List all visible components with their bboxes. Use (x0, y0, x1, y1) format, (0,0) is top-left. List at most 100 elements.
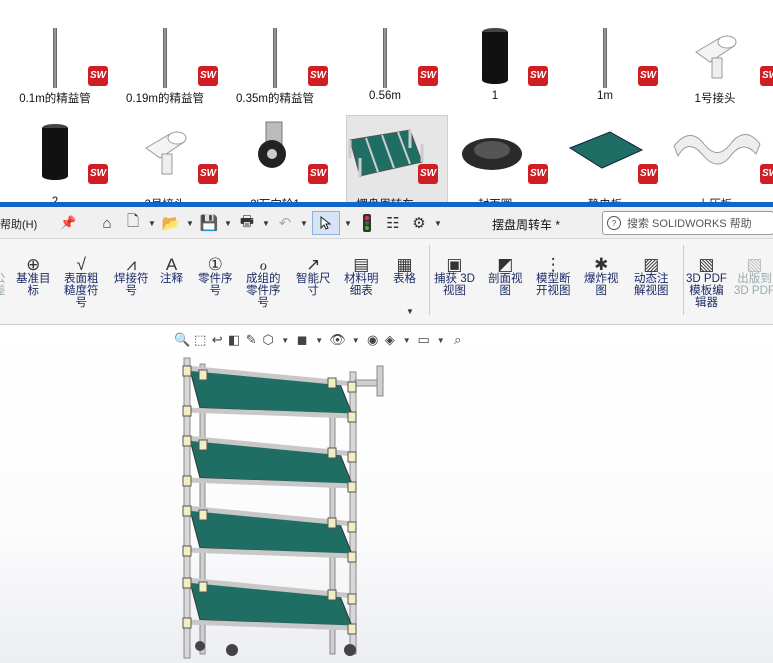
chevron-down-icon[interactable]: ▼ (278, 336, 292, 345)
ribbon-button-label: 剖面视 图 (488, 273, 523, 297)
solidworks-badge-icon: SW (760, 66, 773, 86)
annotation-view-icon: ▨ (643, 255, 660, 274)
ribbon-button[interactable]: ⋮ 模型断 开视图 (536, 249, 571, 297)
ribbon-button[interactable]: ✱ 爆炸视 图 (584, 249, 619, 297)
apply-scene-icon[interactable]: ◈ (383, 332, 397, 348)
cart-model[interactable] (170, 350, 400, 663)
library-item[interactable]: SW 0.19m的精益管 (110, 22, 220, 105)
chevron-down-icon[interactable]: ▼ (400, 336, 414, 345)
help-question-icon: ? (607, 216, 621, 230)
print-icon[interactable]: 🖶 (236, 212, 258, 234)
ribbon-button[interactable]: ⊕ 基准目 标 (16, 249, 51, 297)
gear-icon[interactable]: ⚙ (408, 212, 430, 234)
library-item[interactable]: SW 1m (550, 22, 660, 102)
break-view-icon: ⋮ (544, 255, 562, 274)
chevron-down-icon[interactable]: ▼ (312, 336, 326, 345)
open-folder-icon[interactable]: 📂 (160, 212, 182, 234)
chevron-down-icon[interactable]: ▼ (148, 219, 156, 228)
chevron-down-icon[interactable]: ▼ (434, 219, 442, 228)
file-properties-icon[interactable]: ☷ (382, 212, 404, 234)
rebuild-traffic-light-icon[interactable] (356, 212, 378, 234)
chevron-down-icon[interactable]: ▼ (349, 336, 363, 345)
smart-dimension-icon: ↗ (306, 255, 321, 274)
cart-joint (182, 435, 192, 447)
note-icon: A (165, 255, 178, 274)
library-item[interactable]: SW 0.56m (330, 22, 440, 102)
new-document-icon[interactable]: 🗋 (122, 212, 144, 234)
library-item[interactable]: SW静电板 (550, 118, 660, 203)
zoom-to-fit-icon[interactable]: 🔍 (174, 332, 190, 348)
stacked-balloon-icon: ℴ (259, 255, 268, 274)
library-item[interactable]: SW 0.35m的精益管 (220, 22, 330, 105)
ribbon-button[interactable]: ▨ 动态注 解视图 (634, 249, 669, 297)
ribbon-button[interactable]: ▣ 捕获 3D 视图 (434, 249, 475, 297)
cart-joint (347, 381, 357, 393)
ribbon-button[interactable]: A 注释 (160, 249, 183, 285)
chevron-down-icon[interactable]: ▼ (300, 219, 308, 228)
section-view-icon[interactable]: ◧ (227, 332, 241, 348)
chevron-down-icon[interactable]: ▼ (344, 219, 352, 228)
library-item[interactable]: SW 0.1m的精益管 (0, 22, 110, 105)
cart-joint (347, 481, 357, 493)
ribbon-button[interactable]: ↗ 智能尺 寸 (296, 249, 331, 297)
ribbon-button[interactable]: ▦ 表格 (393, 249, 416, 285)
library-item[interactable]: SW摆盘周转车 (330, 118, 440, 203)
cart-joint (347, 623, 357, 635)
balloon-icon: ① (207, 255, 223, 274)
table-dropdown-icon[interactable]: ▼ (406, 307, 414, 316)
tube-thumbnail (273, 28, 277, 88)
pin-icon[interactable]: 📌 (60, 215, 76, 231)
library-item[interactable]: SW 1号接头 (660, 22, 773, 105)
help-menu[interactable]: 帮助(H) (0, 216, 37, 232)
help-search-input[interactable]: ? 搜索 SOLIDWORKS 帮助 (602, 211, 773, 235)
edit-appearance-icon[interactable]: ◉ (366, 332, 380, 348)
ribbon-button-label: 零件序 号 (198, 273, 233, 297)
select-cursor-icon[interactable] (312, 211, 340, 235)
menu-bar: 帮助(H) 📌 ⌂ 🗋 ▼ 📂 ▼ 💾 ▼ 🖶 ▼ ↶ ▼ ▼ ☷ ⚙ ▼ 摆盘… (0, 207, 773, 239)
chevron-down-icon[interactable]: ▼ (262, 219, 270, 228)
part-library: SW 0.1m的精益管 SW 0.19m的精益管 SW 0.35m的精益管 SW 0.56m S… (0, 0, 773, 203)
measure-icon[interactable]: ⌕ (451, 332, 465, 348)
ribbon-button-label: 注释 (160, 273, 183, 285)
chevron-down-icon[interactable]: ▼ (224, 219, 232, 228)
ribbon-button[interactable]: ◩ 剖面视 图 (488, 249, 523, 297)
dynamic-annotation-icon[interactable]: ✎ (244, 332, 258, 348)
zoom-to-area-icon[interactable]: ⬚ (193, 332, 207, 348)
view-settings-icon[interactable]: ▭ (417, 332, 431, 348)
home-icon[interactable]: ⌂ (96, 212, 118, 234)
cart-joint (198, 439, 208, 451)
search-placeholder: 搜索 SOLIDWORKS 帮助 (627, 218, 752, 230)
library-item[interactable]: SW2号接头 (110, 118, 220, 203)
cart-joint (347, 593, 357, 605)
ribbon-button[interactable]: ▧ 出版到 3D PDF (734, 249, 773, 297)
solidworks-badge-icon: SW (528, 164, 548, 184)
document-title: 摆盘周转车 * (492, 218, 561, 232)
display-style-icon[interactable]: ◼ (295, 332, 309, 348)
solidworks-badge-icon: SW (638, 164, 658, 184)
ribbon-button[interactable]: ⩘ 焊接符 号 (114, 249, 149, 297)
hide-show-icon[interactable]: 👁 (329, 332, 346, 348)
ribbon-button[interactable]: ① 零件序 号 (198, 249, 233, 297)
library-item[interactable]: SW封面圈 (440, 118, 550, 203)
chevron-down-icon[interactable]: ▼ (434, 336, 448, 345)
cart-joint (327, 377, 337, 389)
clamp-thumbnail (673, 134, 761, 165)
ribbon-button[interactable]: ℴ 成组的 零件序 号 (246, 249, 281, 309)
view-orientation-icon[interactable]: ⬡ (261, 332, 275, 348)
library-item[interactable]: SW 1 (440, 22, 550, 102)
previous-view-icon[interactable]: ↩ (210, 332, 224, 348)
chevron-down-icon[interactable]: ▼ (186, 219, 194, 228)
table-icon: ▦ (396, 255, 413, 274)
undo-icon[interactable]: ↶ (274, 212, 296, 234)
library-item[interactable]: SW 2 (0, 118, 110, 203)
ribbon-button[interactable]: √ 表面粗 糙度符 号 (64, 249, 99, 309)
ribbon-cut-button[interactable]: 公 差 (0, 249, 6, 297)
ribbon-button[interactable]: ▧ 3D PDF 模板编 辑器 (686, 249, 727, 309)
library-item[interactable]: SW上压板 (660, 118, 773, 203)
library-item[interactable]: SW2'万向轮1 (220, 118, 330, 203)
exploded-view-icon: ✱ (594, 255, 609, 274)
save-icon[interactable]: 💾 (198, 212, 220, 234)
solidworks-badge-icon: SW (88, 164, 108, 184)
ribbon-button[interactable]: ▤ 材料明 细表 (344, 249, 379, 297)
ribbon-button-label: 动态注 解视图 (634, 273, 669, 297)
